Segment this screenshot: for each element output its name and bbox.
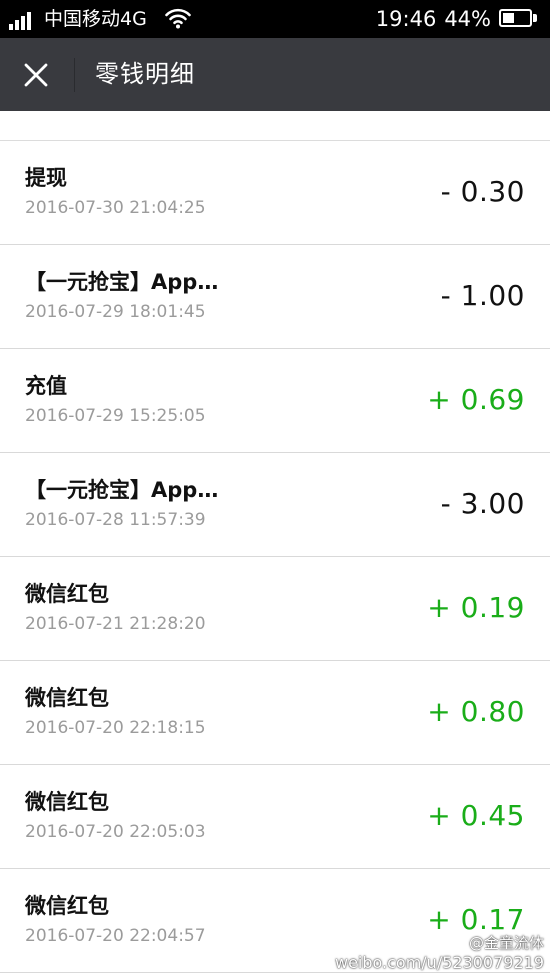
transaction-title: 微信红包 — [25, 686, 109, 710]
transaction-amount: - 0.30 — [440, 175, 525, 208]
watermark: @金童流体 weibo.com/u/5230079219 — [335, 933, 544, 973]
signal-icon — [9, 10, 39, 30]
transaction-list: 提现 2016-07-30 21:04:25 - 0.30 【一元抢宝】App… 201… — [0, 111, 550, 973]
watermark-url: weibo.com/u/5230079219 — [334, 953, 544, 972]
transaction-amount: - 3.00 — [440, 487, 525, 520]
transaction-amount: + 0.69 — [427, 383, 525, 416]
page-title: 零钱明细 — [95, 60, 195, 88]
transaction-title: 充值 — [25, 374, 67, 398]
nav-bar: 零钱明细 — [0, 38, 550, 111]
transaction-time: 2016-07-29 15:25:05 — [25, 406, 206, 426]
transaction-row[interactable]: 【一元抢宝】App… 2016-07-29 18:01:45 - 1.00 — [0, 245, 550, 349]
transaction-time: 2016-07-30 21:04:25 — [25, 198, 206, 218]
wifi-icon — [165, 7, 191, 29]
transaction-row[interactable]: 微信红包 2016-07-20 22:18:15 + 0.80 — [0, 661, 550, 765]
list-top-spacer — [0, 111, 550, 141]
transaction-title: 提现 — [25, 166, 67, 190]
transaction-title: 微信红包 — [25, 582, 109, 606]
transaction-time: 2016-07-29 18:01:45 — [25, 302, 206, 322]
status-right-group: 19:46 44% — [376, 5, 538, 33]
carrier-label: 中国移动4G — [44, 8, 147, 30]
transaction-title: 【一元抢宝】App… — [25, 478, 219, 502]
transaction-time: 2016-07-28 11:57:39 — [25, 510, 206, 530]
transaction-amount: + 0.80 — [427, 695, 525, 728]
nav-divider — [74, 58, 75, 92]
transaction-row[interactable]: 充值 2016-07-29 15:25:05 + 0.69 — [0, 349, 550, 453]
transaction-amount: + 0.19 — [427, 591, 525, 624]
transaction-title: 【一元抢宝】App… — [25, 270, 219, 294]
transaction-time: 2016-07-20 22:04:57 — [25, 926, 206, 946]
transaction-amount: + 0.45 — [427, 799, 525, 832]
clock-time: 19:46 — [375, 7, 437, 31]
transaction-row[interactable]: 提现 2016-07-30 21:04:25 - 0.30 — [0, 141, 550, 245]
transaction-time: 2016-07-21 21:28:20 — [25, 614, 206, 634]
battery-percent: 44% — [444, 7, 491, 31]
status-bar: 中国移动4G 19:46 44% — [0, 0, 550, 38]
close-icon — [24, 63, 48, 87]
transaction-title: 微信红包 — [25, 894, 109, 918]
transaction-amount: - 1.00 — [440, 279, 525, 312]
battery-icon — [499, 9, 538, 29]
transaction-row[interactable]: 【一元抢宝】App… 2016-07-28 11:57:39 - 3.00 — [0, 453, 550, 557]
transaction-row[interactable]: 微信红包 2016-07-20 22:05:03 + 0.45 — [0, 765, 550, 869]
weibo-logo-icon — [443, 936, 465, 951]
transaction-title: 微信红包 — [25, 790, 109, 814]
transaction-time: 2016-07-20 22:18:15 — [25, 718, 206, 738]
watermark-user: @金童流体 — [468, 934, 544, 952]
transaction-row[interactable]: 微信红包 2016-07-21 21:28:20 + 0.19 — [0, 557, 550, 661]
transaction-time: 2016-07-20 22:05:03 — [25, 822, 206, 842]
close-button[interactable] — [14, 54, 58, 96]
